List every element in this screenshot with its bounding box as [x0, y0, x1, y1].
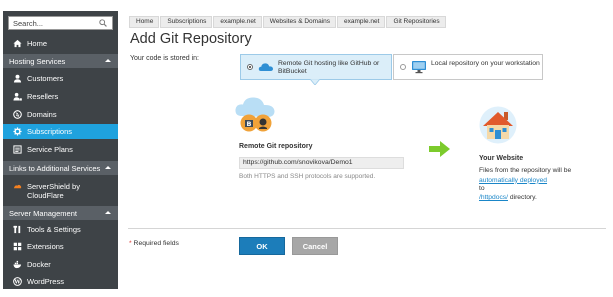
- local-option-label: Local repository on your workstation: [431, 60, 540, 67]
- arrow-right-icon: [429, 141, 450, 157]
- home-icon: [13, 39, 22, 48]
- website-to-text: to: [479, 185, 485, 192]
- docker-icon: [13, 260, 22, 269]
- plan-icon: [13, 145, 22, 154]
- sidebar-item-label: Service Plans: [27, 145, 73, 154]
- reseller-icon: [13, 92, 22, 101]
- stored-in-label: Your code is stored in:: [130, 55, 200, 62]
- breadcrumb-item[interactable]: Subscriptions: [160, 16, 213, 28]
- website-description: Files from the repository will be automa…: [479, 166, 604, 185]
- sidebar-item-subscriptions[interactable]: Subscriptions: [3, 124, 118, 139]
- sidebar-item-label: Resellers: [27, 92, 59, 101]
- collapse-icon: [105, 166, 111, 169]
- section-title: Server Management: [9, 209, 77, 218]
- tools-icon: [13, 225, 21, 234]
- cloud-icon: [258, 63, 273, 71]
- sidebar-item-extensions[interactable]: Extensions: [3, 239, 118, 254]
- sidebar-item-service-plans[interactable]: Service Plans: [3, 142, 118, 157]
- sidebar-item-tools-settings[interactable]: Tools & Settings: [3, 222, 118, 237]
- remote-option-label: Remote Git hosting like GitHub or BitBuc…: [278, 60, 380, 75]
- section-additional-services[interactable]: Links to Additional Services: [3, 161, 118, 175]
- sidebar-item-label: ServerShield by CloudFlare: [27, 182, 80, 200]
- local-repository-option[interactable]: Local repository on your workstation: [393, 54, 543, 80]
- gear-icon: [13, 127, 22, 136]
- sidebar-item-label: Extensions: [27, 242, 64, 251]
- website-directory: /httpdocs/ directory.: [479, 194, 537, 201]
- monitor-icon: [412, 61, 426, 74]
- user-icon: [13, 74, 22, 83]
- sidebar-item-docker[interactable]: Docker: [3, 257, 118, 272]
- required-star: *: [129, 240, 132, 247]
- sidebar-item-resellers[interactable]: Resellers: [3, 89, 118, 104]
- svg-text:W: W: [13, 280, 21, 286]
- section-hosting-services[interactable]: Hosting Services: [3, 54, 118, 68]
- remote-repo-url-input[interactable]: https://github.com/snovikova/Demo1: [239, 157, 404, 169]
- search-placeholder: Search...: [13, 19, 44, 28]
- selection-pointer: [310, 79, 320, 85]
- search-icon[interactable]: [99, 19, 107, 27]
- divider: [128, 228, 606, 229]
- house-icon: [479, 106, 517, 144]
- git-cloud-icon: B: [235, 97, 275, 132]
- sidebar-item-label: Domains: [27, 110, 57, 119]
- breadcrumb-item[interactable]: Websites & Domains: [262, 16, 337, 28]
- website-title: Your Website: [479, 155, 524, 162]
- breadcrumb: Home Subscriptions example.net Websites …: [129, 16, 447, 28]
- page-title: Add Git Repository: [130, 31, 252, 47]
- sidebar-item-label: Docker: [27, 260, 51, 269]
- sidebar-item-home[interactable]: Home: [3, 36, 118, 51]
- sidebar-item-wordpress[interactable]: W WordPress: [3, 274, 118, 289]
- section-title: Hosting Services: [9, 57, 66, 66]
- ok-button[interactable]: OK: [239, 237, 285, 255]
- sidebar-item-label: WordPress: [27, 277, 64, 286]
- search-input[interactable]: Search...: [8, 16, 113, 30]
- sidebar-item-label: Customers: [27, 74, 64, 83]
- remote-radio[interactable]: [247, 64, 253, 70]
- sidebar: Search... Home Hosting Services Customer…: [3, 11, 118, 289]
- remote-repo-title: Remote Git repository: [239, 143, 313, 150]
- sidebar-item-label: Home: [27, 39, 48, 48]
- directory-suffix: directory.: [508, 194, 537, 201]
- globe-icon: [13, 110, 22, 119]
- breadcrumb-item[interactable]: Git Repositories: [386, 16, 446, 28]
- sidebar-item-customers[interactable]: Customers: [3, 71, 118, 86]
- breadcrumb-item[interactable]: example.net: [213, 16, 262, 28]
- sidebar-item-servershield[interactable]: ServerShield by CloudFlare: [3, 179, 118, 203]
- automatically-deployed-link[interactable]: automatically deployed: [479, 177, 547, 184]
- cloudflare-icon: [13, 184, 22, 189]
- breadcrumb-item[interactable]: Home: [129, 16, 160, 28]
- required-fields-note: * Required fields: [129, 240, 179, 247]
- collapse-icon: [105, 59, 111, 62]
- remote-repo-hint: Both HTTPS and SSH protocols are support…: [239, 173, 376, 180]
- breadcrumb-item[interactable]: example.net: [337, 16, 386, 28]
- sidebar-item-domains[interactable]: Domains: [3, 107, 118, 122]
- remote-hosting-option[interactable]: Remote Git hosting like GitHub or BitBuc…: [240, 54, 392, 80]
- sidebar-item-label: Tools & Settings: [27, 225, 81, 234]
- sidebar-item-label: Subscriptions: [27, 127, 73, 136]
- cancel-button[interactable]: Cancel: [292, 237, 338, 255]
- collapse-icon: [105, 211, 111, 214]
- section-server-management[interactable]: Server Management: [3, 206, 118, 220]
- svg-text:B: B: [247, 120, 252, 128]
- wordpress-icon: W: [13, 277, 22, 286]
- section-title: Links to Additional Services: [9, 164, 101, 173]
- local-radio[interactable]: [400, 64, 406, 70]
- required-fields-text: Required fields: [133, 240, 179, 247]
- httpdocs-link[interactable]: /httpdocs/: [479, 194, 508, 201]
- extensions-icon: [13, 242, 22, 251]
- main-content: Home Subscriptions example.net Websites …: [123, 11, 608, 289]
- website-desc-text: Files from the repository will be: [479, 167, 572, 174]
